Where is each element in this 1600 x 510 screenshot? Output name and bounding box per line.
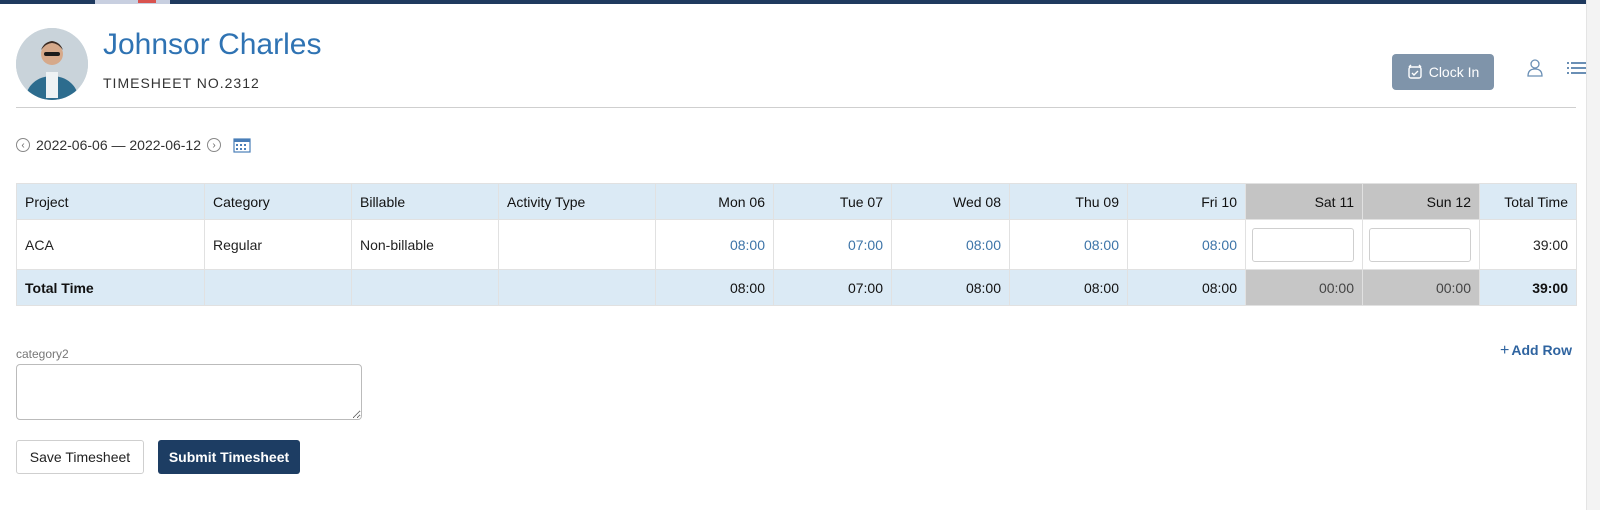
sat-time-input[interactable] xyxy=(1252,227,1354,262)
footer-grand-total: 39:00 xyxy=(1479,269,1577,306)
row-total-cell: 39:00 xyxy=(1479,219,1577,270)
category-field-label: category2 xyxy=(16,347,69,361)
save-timesheet-button[interactable]: Save Timesheet xyxy=(16,440,144,474)
top-nav-bar xyxy=(0,0,1600,4)
plus-icon: + xyxy=(1500,342,1510,359)
billable-cell: Non-billable xyxy=(351,219,499,270)
column-header: Thu 09 xyxy=(1009,183,1128,220)
footer-sat-total: 00:00 xyxy=(1245,269,1363,306)
thu-time-link[interactable]: 08:00 xyxy=(1084,237,1119,253)
avatar xyxy=(16,28,88,100)
clock-in-button[interactable]: Clock In xyxy=(1392,54,1494,90)
chevron-left-icon[interactable]: ‹ xyxy=(16,138,30,152)
column-header: Billable xyxy=(351,183,499,220)
column-header: Fri 10 xyxy=(1127,183,1246,220)
footer-empty-cell xyxy=(204,269,352,306)
column-header: Category xyxy=(204,183,352,220)
column-header: Total Time xyxy=(1479,183,1577,220)
column-header: Project xyxy=(16,183,205,220)
timesheet-number: TIMESHEET NO.2312 xyxy=(103,75,260,91)
sat-time-cell xyxy=(1245,219,1363,270)
submit-timesheet-button[interactable]: Submit Timesheet xyxy=(158,440,300,474)
vertical-scrollbar[interactable] xyxy=(1586,0,1600,510)
table-row: ACA Regular Non-billable 08:00 07:00 08:… xyxy=(16,219,1577,270)
category-cell: Regular xyxy=(204,219,352,270)
column-header: Wed 08 xyxy=(891,183,1010,220)
footer-tue-total: 07:00 xyxy=(773,269,892,306)
sun-time-cell xyxy=(1362,219,1480,270)
employee-header: Johnsor Charles TIMESHEET NO.2312 Clock … xyxy=(16,28,1586,108)
footer-label: Total Time xyxy=(16,269,205,306)
column-header: Sat 11 xyxy=(1245,183,1363,220)
clock-in-label: Clock In xyxy=(1428,64,1480,80)
timesheet-table: Project Category Billable Activity Type … xyxy=(16,183,1577,306)
footer-empty-cell xyxy=(351,269,499,306)
alarm-clock-icon xyxy=(1408,64,1422,79)
category-textarea[interactable] xyxy=(16,364,362,420)
fri-time-link[interactable]: 08:00 xyxy=(1202,237,1237,253)
wed-time-link[interactable]: 08:00 xyxy=(966,237,1001,253)
footer-empty-cell xyxy=(498,269,656,306)
column-header: Activity Type xyxy=(498,183,656,220)
user-icon[interactable] xyxy=(1525,58,1545,78)
date-range-navigator: ‹ 2022-06-06 — 2022-06-12 › xyxy=(16,135,251,155)
top-nav-tab-marker xyxy=(138,0,156,3)
list-icon[interactable] xyxy=(1566,58,1588,78)
footer-fri-total: 08:00 xyxy=(1127,269,1246,306)
tue-time-cell: 07:00 xyxy=(773,219,892,270)
mon-time-link[interactable]: 08:00 xyxy=(730,237,765,253)
mon-time-cell: 08:00 xyxy=(655,219,774,270)
table-header-row: Project Category Billable Activity Type … xyxy=(16,183,1577,220)
footer-sun-total: 00:00 xyxy=(1362,269,1480,306)
footer-mon-total: 08:00 xyxy=(655,269,774,306)
date-range-label: 2022-06-06 — 2022-06-12 xyxy=(36,137,202,153)
activity-type-cell[interactable] xyxy=(498,219,656,270)
footer-thu-total: 08:00 xyxy=(1009,269,1128,306)
column-header: Sun 12 xyxy=(1362,183,1480,220)
calendar-icon[interactable] xyxy=(233,137,251,153)
add-row-label: Add Row xyxy=(1511,342,1572,358)
employee-name: Johnsor Charles xyxy=(103,28,322,61)
fri-time-cell: 08:00 xyxy=(1127,219,1246,270)
table-footer-row: Total Time 08:00 07:00 08:00 08:00 08:00… xyxy=(16,269,1577,306)
wed-time-cell: 08:00 xyxy=(891,219,1010,270)
column-header: Mon 06 xyxy=(655,183,774,220)
column-header: Tue 07 xyxy=(773,183,892,220)
top-nav-active-tab[interactable] xyxy=(95,0,170,4)
project-cell: ACA xyxy=(16,219,205,270)
footer-wed-total: 08:00 xyxy=(891,269,1010,306)
thu-time-cell: 08:00 xyxy=(1009,219,1128,270)
tue-time-link[interactable]: 07:00 xyxy=(848,237,883,253)
chevron-right-icon[interactable]: › xyxy=(207,138,222,152)
add-row-button[interactable]: + Add Row xyxy=(1500,342,1572,360)
sun-time-input[interactable] xyxy=(1369,227,1471,262)
